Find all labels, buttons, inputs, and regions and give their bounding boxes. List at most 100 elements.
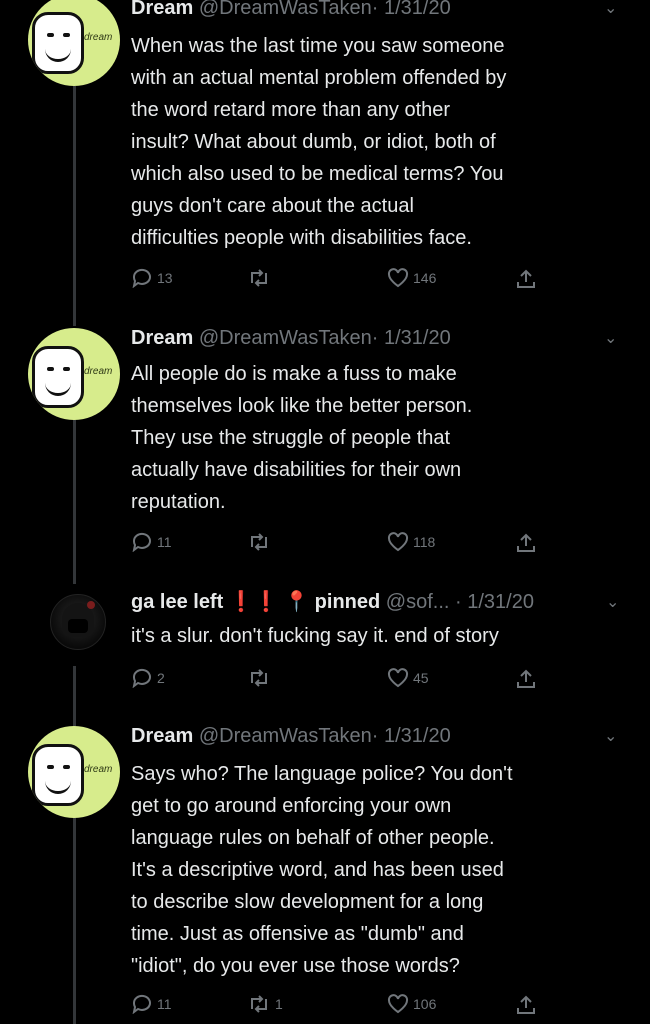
text-line: get to go around enforcing your own bbox=[131, 795, 452, 817]
reply-icon bbox=[132, 268, 151, 288]
tweet-text: All people do is make a fuss to make the… bbox=[131, 358, 631, 518]
avatar[interactable]: dream bbox=[28, 328, 120, 420]
reply-button[interactable]: 11 bbox=[131, 532, 172, 552]
share-button[interactable] bbox=[515, 668, 537, 690]
avatar[interactable]: dream bbox=[28, 0, 120, 86]
chevron-down-icon[interactable]: ⌄ bbox=[604, 0, 617, 18]
heart-icon bbox=[387, 268, 409, 288]
retweet-icon bbox=[251, 533, 267, 551]
avatar[interactable] bbox=[50, 594, 106, 650]
share-icon bbox=[517, 269, 535, 288]
tweet-actions: 11 1 106 bbox=[131, 994, 551, 1020]
display-name[interactable]: Dream bbox=[131, 725, 193, 747]
display-name[interactable]: Dream bbox=[131, 327, 193, 349]
text-line: reputation. bbox=[131, 491, 226, 513]
tweet-header: Dream @DreamWasTaken· 1/31/20 bbox=[131, 326, 451, 350]
retweet-button[interactable]: 1 bbox=[247, 994, 283, 1014]
tweet-date[interactable]: · 1/31/20 bbox=[455, 591, 534, 613]
share-button[interactable] bbox=[515, 532, 537, 554]
chevron-down-icon[interactable]: ⌄ bbox=[604, 726, 617, 746]
reply-button[interactable]: 13 bbox=[131, 268, 173, 288]
like-button[interactable]: 118 bbox=[387, 532, 435, 552]
text-line: time. Just as offensive as "dumb" and bbox=[131, 923, 464, 945]
tweet-text: When was the last time you saw someone w… bbox=[131, 30, 631, 254]
text-line: themselves look like the better person. bbox=[131, 395, 473, 417]
text-line: When was the last time you saw someone bbox=[131, 35, 505, 57]
text-line: the word retard more than any other bbox=[131, 99, 451, 121]
share-button[interactable] bbox=[515, 268, 537, 290]
like-count: 106 bbox=[413, 996, 437, 1012]
retweet-icon bbox=[251, 669, 267, 687]
retweet-button[interactable] bbox=[247, 668, 275, 688]
share-icon bbox=[517, 995, 535, 1014]
reply-icon bbox=[132, 668, 151, 688]
display-name[interactable]: ga lee left bbox=[131, 591, 223, 613]
tweet[interactable]: dream Dream @DreamWasTaken· 1/31/20 ⌄ Al… bbox=[0, 320, 650, 580]
tweet-date[interactable]: · 1/31/20 bbox=[372, 327, 451, 349]
reply-button[interactable]: 11 bbox=[131, 994, 172, 1014]
user-handle[interactable]: @DreamWasTaken bbox=[199, 725, 372, 747]
text-line: Says who? The language police? You don't bbox=[131, 763, 513, 785]
tweet-actions: 11 118 bbox=[131, 532, 551, 558]
reply-count: 11 bbox=[157, 996, 172, 1012]
text-line: which also used to be medical terms? You bbox=[131, 163, 504, 185]
reply-icon bbox=[132, 994, 151, 1014]
like-button[interactable]: 106 bbox=[387, 994, 436, 1014]
avatar-brand-text: dream bbox=[84, 764, 113, 775]
avatar-brand-text: dream bbox=[84, 366, 113, 377]
reply-count: 11 bbox=[157, 534, 172, 550]
heart-icon bbox=[387, 668, 409, 688]
tweet-date[interactable]: · 1/31/20 bbox=[372, 725, 451, 747]
pin-icon: 📍 bbox=[284, 591, 310, 613]
reply-count: 13 bbox=[157, 270, 173, 286]
retweet-count: 1 bbox=[275, 996, 283, 1012]
dream-face-icon bbox=[32, 12, 84, 74]
avatar[interactable]: dream bbox=[28, 726, 120, 818]
text-line: They use the struggle of people that bbox=[131, 427, 451, 449]
text-line: to describe slow development for a long bbox=[131, 891, 484, 913]
text-line: it's a slur. don't fucking say it. end o… bbox=[131, 625, 499, 647]
share-icon bbox=[517, 533, 535, 552]
share-button[interactable] bbox=[515, 994, 537, 1016]
reply-icon bbox=[132, 532, 151, 552]
text-line: insult? What about dumb, or idiot, both … bbox=[131, 131, 496, 153]
tweet[interactable]: ga lee left ❗❗ 📍 pinned @sof... · 1/31/2… bbox=[0, 582, 650, 712]
tweet-text: Says who? The language police? You don't… bbox=[131, 758, 631, 982]
retweet-button[interactable] bbox=[247, 268, 275, 288]
dream-face-icon bbox=[32, 744, 84, 806]
like-button[interactable]: 45 bbox=[387, 668, 429, 688]
user-handle[interactable]: @DreamWasTaken bbox=[199, 0, 372, 19]
like-button[interactable]: 146 bbox=[387, 268, 436, 288]
retweet-button[interactable] bbox=[247, 532, 275, 552]
text-line: with an actual mental problem offended b… bbox=[131, 67, 507, 89]
like-count: 146 bbox=[413, 270, 437, 286]
text-line: actually have disabilities for their own bbox=[131, 459, 462, 481]
user-handle[interactable]: @sof... bbox=[386, 591, 450, 613]
tweet[interactable]: dream Dream @DreamWasTaken· 1/31/20 ⌄ Sa… bbox=[0, 716, 650, 1024]
tweet-actions: 13 146 bbox=[131, 268, 551, 294]
user-handle[interactable]: @DreamWasTaken bbox=[199, 327, 372, 349]
tweet-text: it's a slur. don't fucking say it. end o… bbox=[131, 620, 641, 652]
text-line: All people do is make a fuss to make bbox=[131, 363, 457, 385]
tweet-header: Dream @DreamWasTaken· 1/31/20 bbox=[131, 0, 451, 20]
like-count: 45 bbox=[413, 670, 429, 686]
chevron-down-icon[interactable]: ⌄ bbox=[604, 328, 617, 348]
display-name[interactable]: Dream bbox=[131, 0, 193, 19]
name-emoji: ❗❗ bbox=[228, 591, 279, 613]
share-icon bbox=[517, 669, 535, 688]
text-line: guys don't care about the actual bbox=[131, 195, 414, 217]
display-name-extra: pinned bbox=[314, 591, 381, 613]
chevron-down-icon[interactable]: ⌄ bbox=[606, 592, 619, 612]
reply-count: 2 bbox=[157, 670, 165, 686]
text-line: language rules on behalf of other people… bbox=[131, 827, 495, 849]
tweet-header: Dream @DreamWasTaken· 1/31/20 bbox=[131, 724, 451, 748]
tweet[interactable]: dream Dream @DreamWasTaken· 1/31/20 ⌄ Wh… bbox=[0, 0, 650, 320]
reply-button[interactable]: 2 bbox=[131, 668, 165, 688]
retweet-icon bbox=[251, 995, 267, 1013]
heart-icon bbox=[387, 994, 409, 1014]
heart-icon bbox=[387, 532, 409, 552]
tweet-date[interactable]: · 1/31/20 bbox=[372, 0, 451, 19]
dream-face-icon bbox=[32, 346, 84, 408]
tweet-actions: 2 45 bbox=[131, 668, 551, 694]
avatar-brand-text: dream bbox=[84, 32, 113, 43]
